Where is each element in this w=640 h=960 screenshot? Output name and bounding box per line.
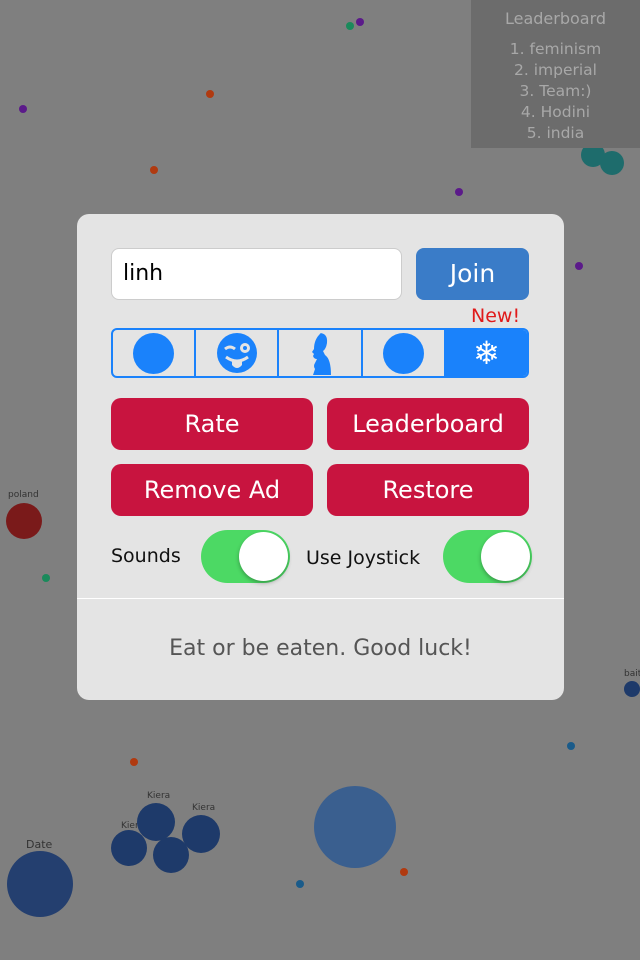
player-cell [624,681,640,697]
skin-selector[interactable]: ❄ [111,328,529,378]
tagline: Eat or be eaten. Good luck! [169,636,472,661]
player-cell [153,837,189,873]
food-pellet [130,758,138,766]
leaderboard-entry: 3. Team:) [519,82,592,100]
food-pellet [567,742,575,750]
restore-button[interactable]: Restore [327,464,529,516]
joystick-label: Use Joystick [306,547,421,569]
food-pellet [400,868,408,876]
food-pellet [206,90,214,98]
food-pellet [356,18,364,26]
nickname-input[interactable]: linh [111,248,402,300]
circle-icon [133,332,175,374]
skin-option-snowflake[interactable]: ❄ [445,330,527,376]
player-cell [314,786,396,868]
leaderboard-entry: 5. india [526,124,585,142]
leaderboard-entry: 2. imperial [514,61,597,79]
player-cell [137,803,175,841]
player-cell [7,851,73,917]
player-label: poland [8,490,39,500]
divider [77,598,564,599]
leaderboard-title: Leaderboard [504,9,607,28]
player-label: bait [624,669,640,679]
remove-ad-button[interactable]: Remove Ad [111,464,313,516]
food-pellet [575,262,583,270]
food-pellet [150,166,158,174]
player-label: Kiera [192,803,216,813]
skin-option-circle-2[interactable] [363,330,446,376]
joystick-toggle[interactable] [443,530,532,583]
silhouette-icon [312,333,331,375]
start-dialog: linh Join New! ❄ Rate Leaderboard Remove… [77,214,564,700]
food-pellet [296,880,304,888]
join-button[interactable]: Join [416,248,529,300]
leaderboard-panel: Leaderboard 1. feminism 2. imperial 3. T… [471,0,640,148]
player-cell [600,151,624,175]
leaderboard-entry: 1. feminism [509,40,602,58]
leaderboard-button[interactable]: Leaderboard [327,398,529,450]
skin-option-emoji[interactable] [196,330,280,376]
player-label: Kiera [147,791,171,801]
new-badge: New! [471,305,521,327]
skin-option-silhouette[interactable] [279,330,363,376]
rate-button[interactable]: Rate [111,398,313,450]
winking-tongue-emoji-icon [216,333,257,373]
circle-icon [382,332,424,374]
skin-option-circle[interactable] [113,330,197,376]
sounds-label: Sounds [111,545,181,567]
leaderboard-entry: 4. Hodini [520,103,591,121]
food-pellet [19,105,27,113]
player-cell [6,503,42,539]
food-pellet [346,22,354,30]
player-label: Date [26,838,53,851]
snowflake-icon: ❄ [473,334,500,372]
sounds-toggle[interactable] [201,530,290,583]
food-pellet [42,574,50,582]
player-cell [111,830,147,866]
food-pellet [455,188,463,196]
